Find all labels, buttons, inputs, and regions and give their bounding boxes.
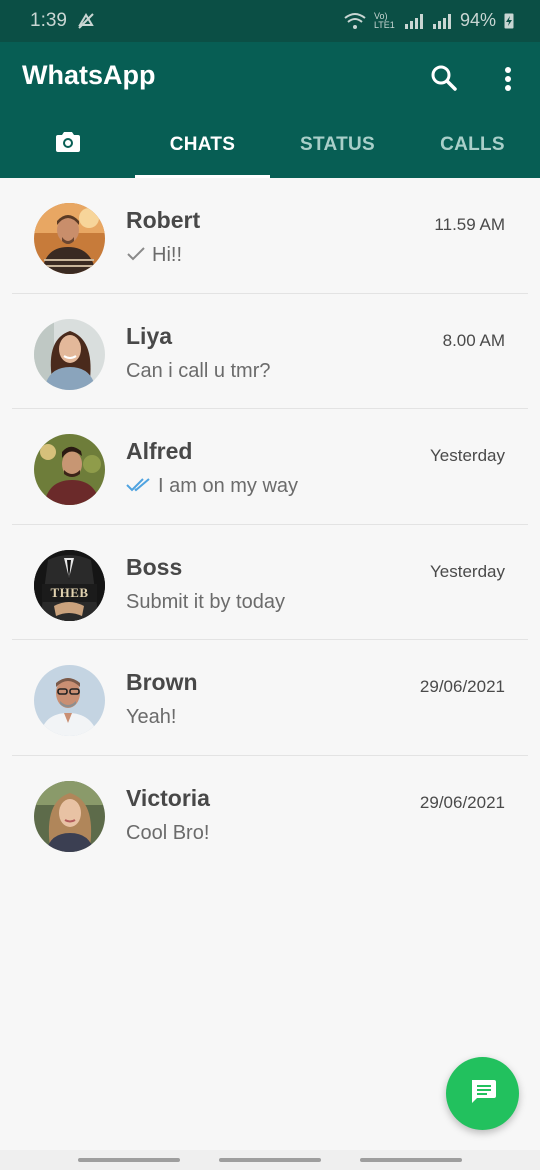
- battery-percent: 94%: [459, 10, 496, 30]
- avatar[interactable]: [34, 434, 105, 505]
- camera-icon: [54, 130, 82, 160]
- contact-name: Boss: [126, 553, 183, 580]
- message-text: Yeah!: [126, 706, 177, 728]
- message-time: 8.00 AM: [442, 330, 505, 350]
- message-preview: Can i call u tmr?: [126, 360, 271, 383]
- app-title: WhatsApp: [22, 60, 156, 90]
- message-time: Yesterday: [430, 561, 505, 581]
- tab-chats[interactable]: CHATS: [135, 112, 270, 178]
- chat-list: Robert 11.59 AM Hi!! Liya 8.00 AM Can i …: [0, 178, 540, 871]
- nav-home-handle[interactable]: [219, 1158, 321, 1162]
- more-options-button[interactable]: [500, 66, 516, 97]
- double-check-blue-icon: [126, 475, 152, 498]
- new-chat-button[interactable]: [446, 1057, 519, 1130]
- status-time: 1:39: [30, 10, 67, 31]
- wifi-icon: [344, 12, 366, 30]
- message-preview: I am on my way: [126, 475, 298, 498]
- system-nav-bar: [0, 1150, 540, 1170]
- chat-row[interactable]: Victoria 29/06/2021 Cool Bro!: [0, 756, 540, 872]
- message-preview: Yeah!: [126, 706, 176, 729]
- avatar[interactable]: [34, 780, 105, 852]
- message-text: Cool Bro!: [126, 821, 210, 844]
- more-vert-icon: [500, 67, 516, 96]
- chat-row[interactable]: Robert 11.59 AM Hi!!: [0, 178, 540, 294]
- tab-status[interactable]: STATUS: [270, 112, 405, 178]
- single-check-icon: [126, 244, 146, 267]
- contact-name: Liya: [126, 322, 173, 349]
- contact-name: Victoria: [126, 784, 210, 811]
- message-preview: Hi!!: [126, 244, 182, 267]
- contact-name: Brown: [126, 669, 198, 695]
- mute-notification-icon: [76, 11, 96, 36]
- message-icon: [469, 1077, 497, 1110]
- avatar-logo-text: THEB: [50, 584, 89, 600]
- avatar[interactable]: [34, 665, 105, 736]
- contact-name: Alfred: [126, 438, 193, 464]
- signal-icon: [404, 13, 424, 29]
- signal-icon-2: [432, 13, 452, 29]
- message-time: 29/06/2021: [419, 792, 505, 812]
- message-preview: Submit it by today: [126, 591, 285, 614]
- avatar[interactable]: [34, 318, 105, 390]
- search-button[interactable]: [430, 64, 458, 97]
- chat-row[interactable]: THEB Boss Yesterday Submit it by today: [0, 525, 540, 640]
- chat-row[interactable]: Alfred Yesterday I am on my way: [0, 409, 540, 525]
- message-text: Can i call u tmr?: [126, 359, 271, 382]
- message-time: Yesterday: [430, 446, 505, 465]
- search-icon: [430, 65, 458, 96]
- chat-row[interactable]: Liya 8.00 AM Can i call u tmr?: [0, 294, 540, 409]
- battery-charging-icon: [504, 12, 514, 29]
- nav-back-handle[interactable]: [360, 1158, 462, 1162]
- tab-calls[interactable]: CALLS: [405, 112, 540, 178]
- contact-name: Robert: [126, 207, 201, 233]
- avatar[interactable]: [34, 203, 105, 274]
- chat-row[interactable]: Brown 29/06/2021 Yeah!: [0, 640, 540, 756]
- avatar[interactable]: THEB: [34, 549, 105, 621]
- status-bar: 1:39 Vo) LTE1 94%: [0, 0, 540, 42]
- message-text: Hi!!: [152, 244, 182, 266]
- message-time: 11.59 AM: [434, 215, 505, 234]
- tab-camera[interactable]: [0, 112, 135, 178]
- nav-recents-handle[interactable]: [78, 1158, 180, 1162]
- network-label: Vo) LTE1: [373, 10, 395, 30]
- message-preview: Cool Bro!: [126, 822, 209, 845]
- app-bar: WhatsApp CHATS STATUS CALLS: [0, 42, 540, 178]
- tab-bar: CHATS STATUS CALLS: [0, 112, 540, 178]
- message-text: I am on my way: [158, 475, 299, 497]
- message-time: 29/06/2021: [419, 677, 505, 696]
- message-text: Submit it by today: [126, 590, 285, 613]
